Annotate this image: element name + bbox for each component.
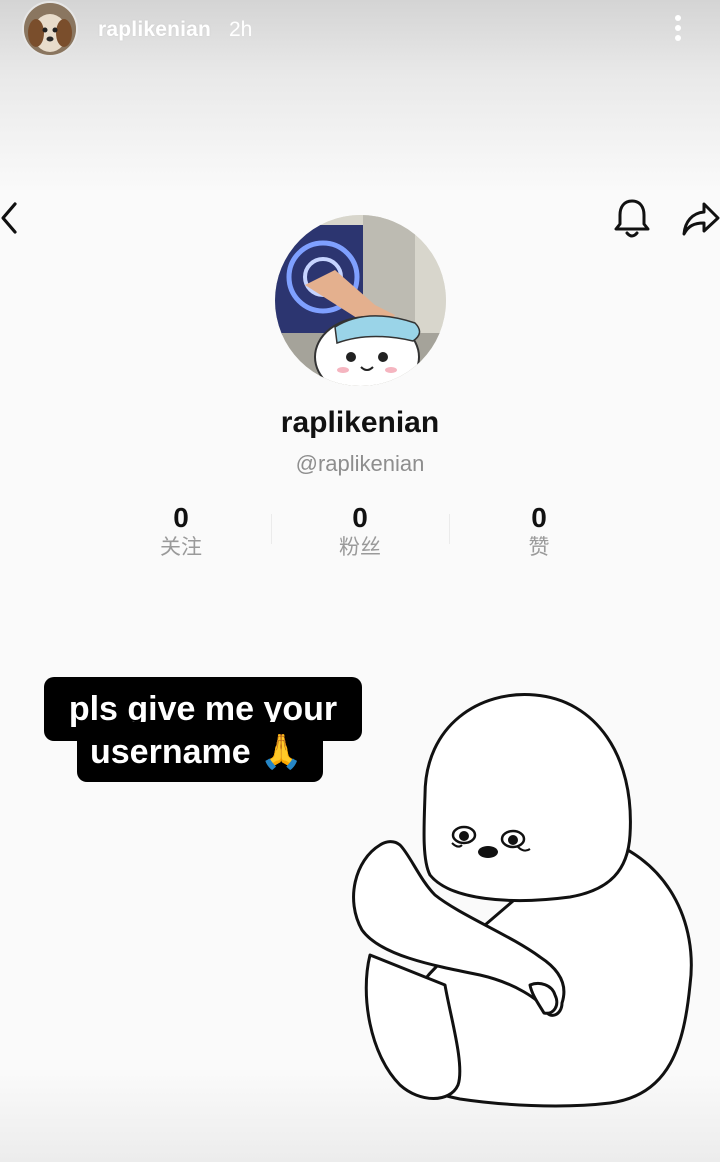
crying-creature-illustration: [352, 693, 693, 1108]
profile-avatar[interactable]: [275, 215, 446, 386]
bell-icon[interactable]: [612, 197, 652, 241]
stat-likes[interactable]: 0 赞: [449, 503, 629, 561]
story-time: 2h: [229, 18, 253, 41]
chevron-left-icon[interactable]: [0, 198, 24, 238]
story-avatar[interactable]: [22, 1, 78, 57]
profile-name: raplikenian: [280, 406, 440, 439]
stat-value: 0: [531, 502, 547, 533]
stat-label: 关注: [160, 536, 202, 559]
more-vertical-icon[interactable]: [664, 10, 692, 46]
stat-followers[interactable]: 0 粉丝: [270, 503, 450, 561]
profile-avatar-image: [275, 215, 446, 386]
caption-line-2[interactable]: username 🙏: [77, 722, 323, 782]
story-header: raplikenian 2h: [0, 0, 720, 60]
story-username[interactable]: raplikenian: [98, 18, 211, 42]
stat-label: 赞: [528, 536, 550, 559]
stat-label: 粉丝: [339, 536, 381, 559]
stat-value: 0: [352, 502, 368, 533]
stat-value: 0: [173, 502, 189, 533]
profile-handle: @raplikenian: [295, 451, 425, 476]
share-arrow-icon[interactable]: [680, 198, 720, 240]
stat-following[interactable]: 0 关注: [91, 503, 271, 561]
dog-avatar-image: [24, 3, 76, 55]
